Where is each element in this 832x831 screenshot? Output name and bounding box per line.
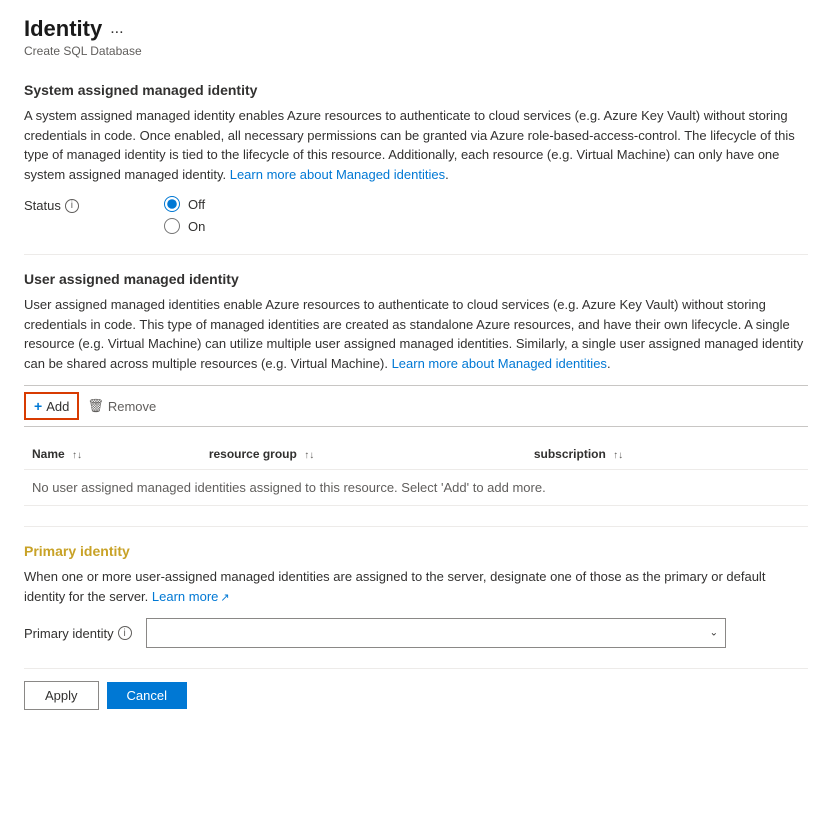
status-info-icon[interactable]: i bbox=[65, 199, 79, 213]
user-assigned-toolbar: + Add 🗑 Remove bbox=[24, 385, 808, 427]
radio-on-label: On bbox=[188, 219, 205, 234]
system-assigned-description: A system assigned managed identity enabl… bbox=[24, 106, 808, 184]
system-assigned-title: System assigned managed identity bbox=[24, 82, 808, 98]
status-radio-group: Off On bbox=[164, 196, 205, 234]
remove-button[interactable]: 🗑 Remove bbox=[79, 394, 164, 418]
table-empty-row: No user assigned managed identities assi… bbox=[24, 470, 808, 506]
sort-icon-rg[interactable]: ↑↓ bbox=[304, 450, 314, 461]
system-assigned-learn-more[interactable]: Learn more about Managed identities bbox=[230, 167, 445, 182]
user-assigned-table: Name ↑↓ resource group ↑↓ subscription ↑… bbox=[24, 439, 808, 506]
radio-on-input[interactable] bbox=[164, 218, 180, 234]
col-name: Name ↑↓ bbox=[24, 439, 201, 470]
status-row: Status i Off On bbox=[24, 196, 808, 234]
radio-off-item[interactable]: Off bbox=[164, 196, 205, 212]
plus-icon: + bbox=[34, 398, 42, 414]
table-header-row: Name ↑↓ resource group ↑↓ subscription ↑… bbox=[24, 439, 808, 470]
external-link-icon: ↗ bbox=[220, 590, 229, 607]
user-assigned-title: User assigned managed identity bbox=[24, 271, 808, 287]
remove-button-label: Remove bbox=[108, 399, 156, 414]
page-container: Identity ... Create SQL Database System … bbox=[0, 0, 832, 734]
cancel-button[interactable]: Cancel bbox=[107, 682, 187, 709]
add-button[interactable]: + Add bbox=[24, 392, 79, 420]
primary-identity-label: Primary identity i bbox=[24, 626, 134, 641]
primary-identity-dropdown-wrapper: ⌄ bbox=[146, 618, 726, 648]
add-button-label: Add bbox=[46, 399, 69, 414]
footer-divider bbox=[24, 668, 808, 669]
primary-identity-learn-more[interactable]: Learn more↗ bbox=[152, 589, 230, 604]
section-divider-2 bbox=[24, 526, 808, 527]
page-title: Identity bbox=[24, 16, 102, 42]
radio-off-input[interactable] bbox=[164, 196, 180, 212]
footer-buttons: Apply Cancel bbox=[24, 681, 808, 710]
primary-identity-row: Primary identity i ⌄ bbox=[24, 618, 808, 648]
user-assigned-learn-more[interactable]: Learn more about Managed identities bbox=[392, 356, 607, 371]
primary-identity-title: Primary identity bbox=[24, 543, 808, 559]
user-assigned-section: User assigned managed identity User assi… bbox=[24, 271, 808, 506]
section-divider-1 bbox=[24, 254, 808, 255]
status-label: Status i bbox=[24, 198, 84, 213]
sort-icon-sub[interactable]: ↑↓ bbox=[613, 450, 623, 461]
more-options-icon[interactable]: ... bbox=[110, 20, 123, 38]
primary-identity-description: When one or more user-assigned managed i… bbox=[24, 567, 808, 606]
radio-on-item[interactable]: On bbox=[164, 218, 205, 234]
col-resource-group: resource group ↑↓ bbox=[201, 439, 526, 470]
system-assigned-section: System assigned managed identity A syste… bbox=[24, 82, 808, 234]
page-header: Identity ... Create SQL Database bbox=[24, 16, 808, 58]
page-subtitle: Create SQL Database bbox=[24, 44, 808, 58]
user-assigned-description: User assigned managed identities enable … bbox=[24, 295, 808, 373]
table-empty-message: No user assigned managed identities assi… bbox=[24, 470, 808, 506]
radio-off-label: Off bbox=[188, 197, 205, 212]
primary-identity-dropdown[interactable] bbox=[146, 618, 726, 648]
col-subscription: subscription ↑↓ bbox=[526, 439, 808, 470]
apply-button[interactable]: Apply bbox=[24, 681, 99, 710]
sort-icon-name[interactable]: ↑↓ bbox=[72, 450, 82, 461]
primary-identity-info-icon[interactable]: i bbox=[118, 626, 132, 640]
primary-identity-section: Primary identity When one or more user-a… bbox=[24, 543, 808, 648]
trash-icon: 🗑 bbox=[87, 398, 104, 414]
